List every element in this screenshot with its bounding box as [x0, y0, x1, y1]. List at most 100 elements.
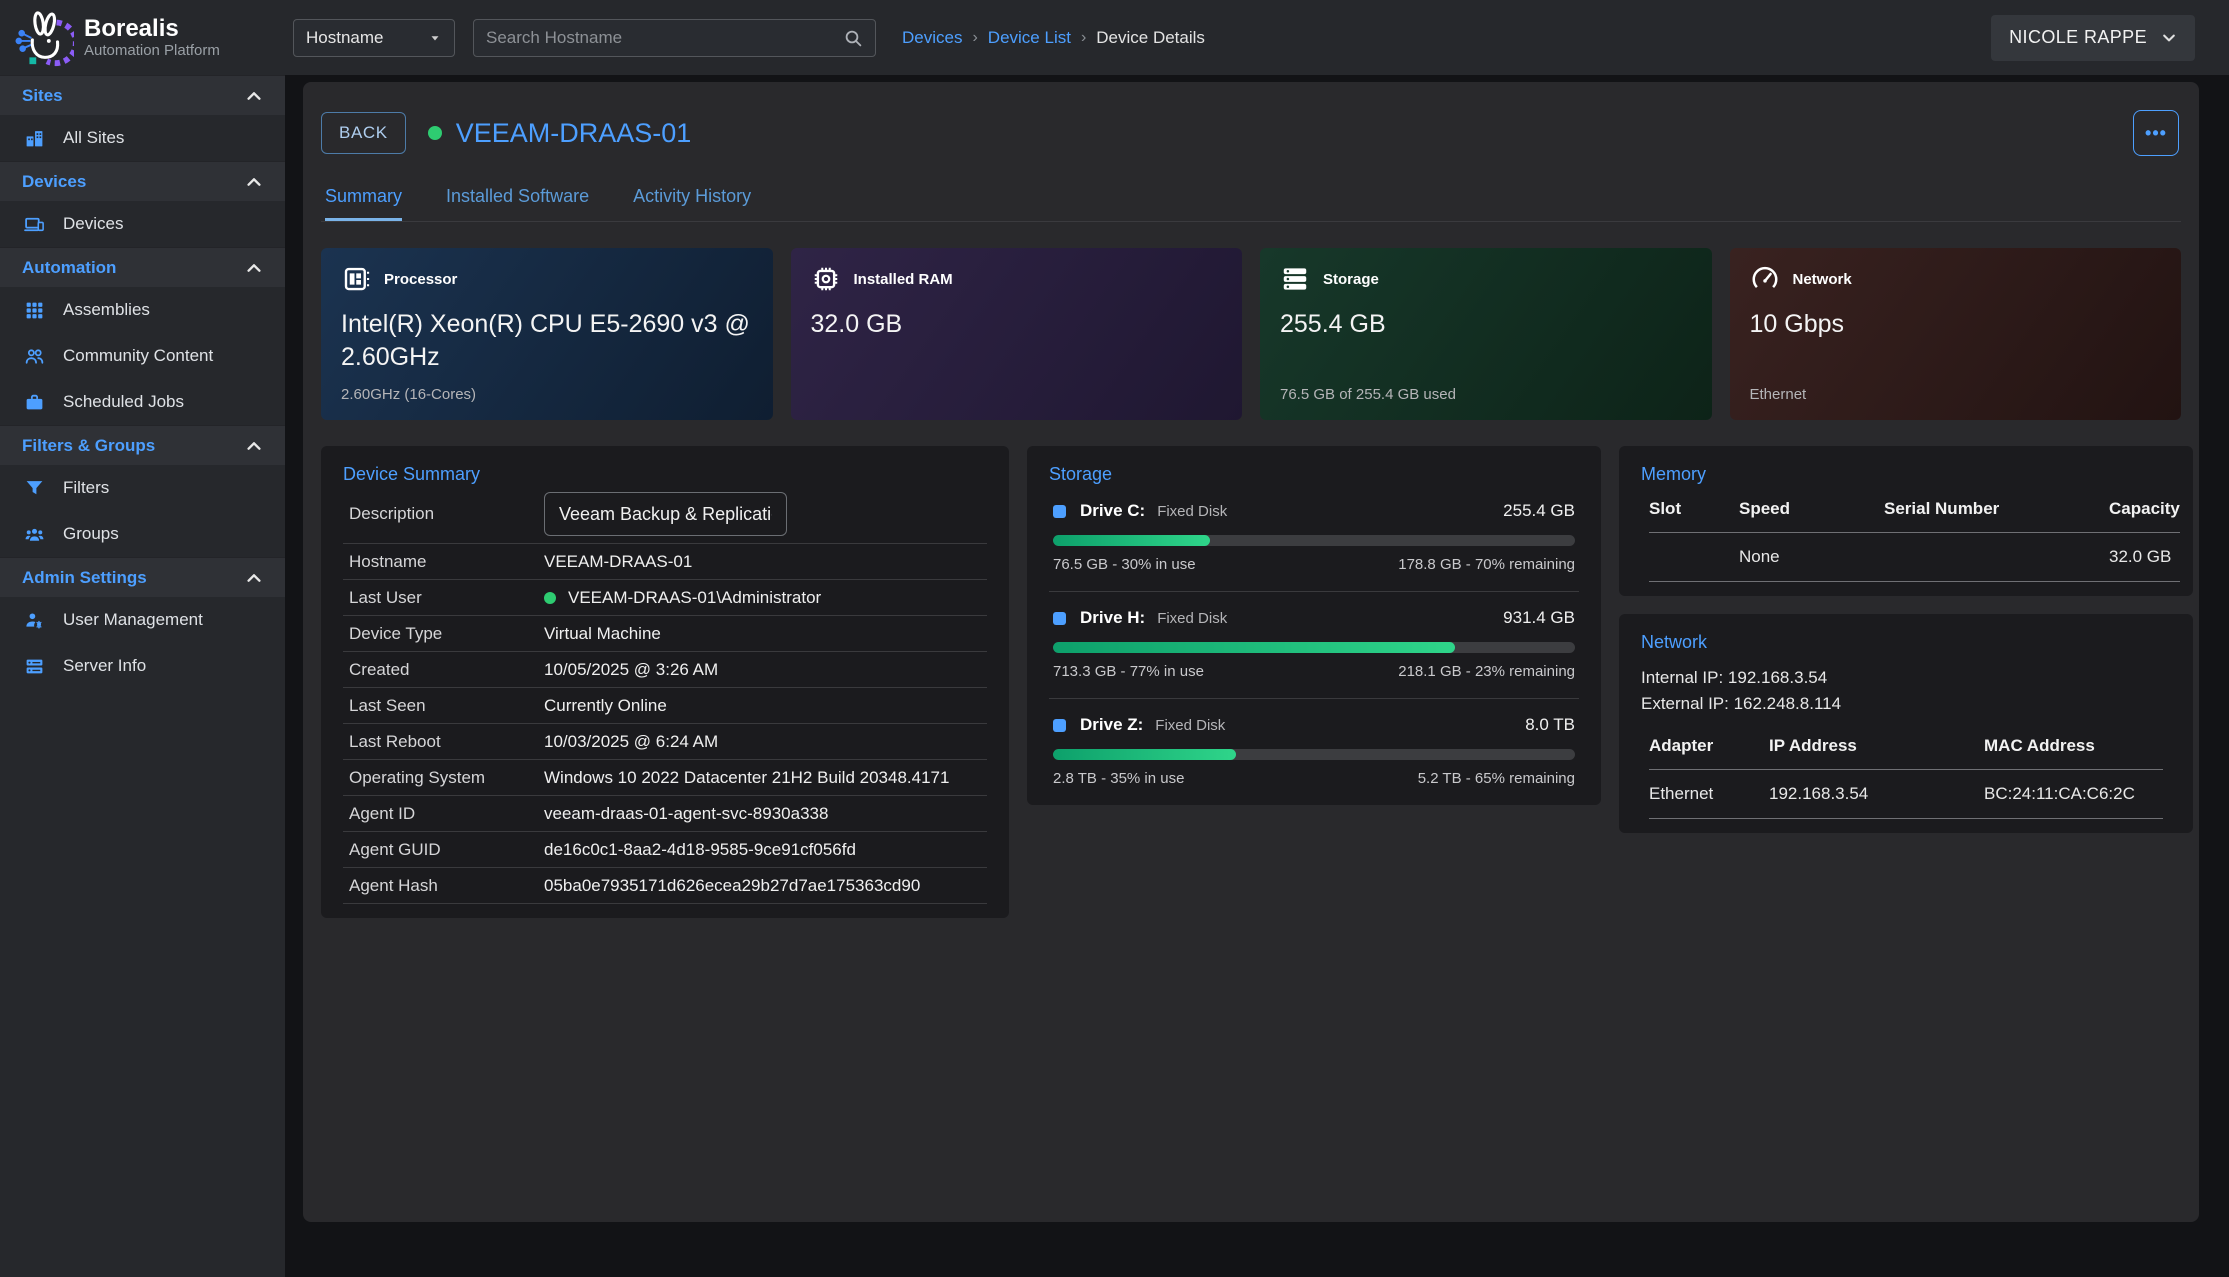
sidebar-section-filters-groups[interactable]: Filters & Groups [0, 425, 285, 465]
breadcrumb: Devices › Device List › Device Details [902, 28, 1205, 48]
sidebar-item-label: All Sites [63, 128, 124, 148]
breadcrumb-separator: › [1081, 29, 1086, 47]
row-label: Last Seen [349, 696, 544, 716]
drive-used: 76.5 GB - 30% in use [1053, 556, 1196, 573]
network-value: 10 Gbps [1750, 308, 2162, 341]
sidebar-item-all-sites[interactable]: All Sites [0, 115, 285, 161]
row-value: 05ba0e7935171d626ecea29b27d7ae175363cd90 [544, 876, 920, 896]
description-input[interactable] [544, 492, 787, 536]
row-value: de16c0c1-8aa2-4d18-9585-9ce91cf056fd [544, 840, 856, 860]
sidebar-section-sites[interactable]: Sites [0, 75, 285, 115]
chevron-down-icon [2161, 30, 2177, 46]
network-card: Network 10 Gbps Ethernet [1730, 248, 2182, 420]
back-button[interactable]: BACK [321, 112, 406, 154]
row-label: Last Reboot [349, 732, 544, 752]
sidebar-item-scheduled-jobs[interactable]: Scheduled Jobs [0, 379, 285, 425]
network-panel: Network Internal IP: 192.168.3.54 Extern… [1619, 614, 2193, 833]
row-label: Agent GUID [349, 840, 544, 860]
storage-footer: 76.5 GB of 255.4 GB used [1280, 386, 1692, 404]
sidebar-section-label: Filters & Groups [22, 436, 245, 456]
panel-title: Device Summary [343, 464, 987, 485]
ram-card: Installed RAM 32.0 GB [791, 248, 1243, 420]
memory-cell-capacity: 32.0 GB [2109, 533, 2180, 582]
search-input[interactable] [486, 28, 843, 48]
search-icon [843, 28, 863, 48]
network-cell-ip: 192.168.3.54 [1769, 770, 1984, 819]
processor-value: Intel(R) Xeon(R) CPU E5-2690 v3 @ 2.60GH… [341, 308, 753, 373]
memory-header-capacity: Capacity [2109, 499, 2180, 533]
sidebar-item-server-info[interactable]: Server Info [0, 643, 285, 689]
tab-installed-software[interactable]: Installed Software [446, 186, 589, 221]
sidebar-section-devices[interactable]: Devices [0, 161, 285, 201]
sidebar-item-devices[interactable]: Devices [0, 201, 285, 247]
content-wrapper: BACK VEEAM-DRAAS-01 ••• Summary Installe… [303, 82, 2199, 1222]
drive-name: Drive C: [1080, 501, 1145, 521]
drive-remaining: 218.1 GB - 23% remaining [1398, 663, 1575, 680]
more-actions-button[interactable]: ••• [2133, 110, 2179, 156]
sidebar-section-label: Admin Settings [22, 568, 245, 588]
sidebar-item-user-management[interactable]: User Management [0, 597, 285, 643]
row-label: Created [349, 660, 544, 680]
sidebar-item-label: Groups [63, 524, 119, 544]
user-menu[interactable]: NICOLE RAPPE [1991, 15, 2195, 61]
tab-summary[interactable]: Summary [325, 186, 402, 221]
drive-row-h: Drive H: Fixed Disk 931.4 GB 713.3 GB - … [1049, 591, 1579, 684]
funnel-icon [24, 478, 45, 499]
people-icon [24, 346, 45, 367]
row-value: VEEAM-DRAAS-01\Administrator [568, 588, 821, 608]
search-box[interactable] [473, 19, 876, 57]
drive-progress-track [1053, 749, 1575, 760]
sidebar-item-label: Community Content [63, 346, 213, 366]
top-bar: Borealis Automation Platform Hostname De… [0, 0, 2229, 75]
summary-row-description: Description [343, 485, 987, 544]
drive-type: Fixed Disk [1157, 610, 1227, 627]
tab-activity-history[interactable]: Activity History [633, 186, 751, 221]
summary-row-os: Operating System Windows 10 2022 Datacen… [343, 760, 987, 796]
row-value: Currently Online [544, 696, 667, 716]
network-cell-mac: BC:24:11:CA:C6:2C [1984, 770, 2163, 819]
drive-row-z: Drive Z: Fixed Disk 8.0 TB 2.8 TB - 35% … [1049, 698, 1579, 791]
sidebar-section-automation[interactable]: Automation [0, 247, 285, 287]
breadcrumb-device-list[interactable]: Device List [988, 28, 1071, 48]
drive-progress-fill [1053, 642, 1455, 653]
sidebar-item-assemblies[interactable]: Assemblies [0, 287, 285, 333]
storage-panel: Storage Drive C: Fixed Disk 255.4 GB 76.… [1027, 446, 1601, 805]
chip-icon [811, 264, 841, 294]
sidebar-item-label: Scheduled Jobs [63, 392, 184, 412]
gauge-icon [1750, 264, 1780, 294]
memory-header-slot: Slot [1649, 499, 1739, 533]
device-header: BACK VEEAM-DRAAS-01 ••• [321, 110, 2181, 156]
drive-used: 713.3 GB - 77% in use [1053, 663, 1204, 680]
memory-cell-serial [1884, 533, 2109, 582]
sidebar-item-filters[interactable]: Filters [0, 465, 285, 511]
search-field-dropdown-value: Hostname [306, 28, 428, 48]
breadcrumb-separator: › [972, 29, 977, 47]
summary-row-agent-id: Agent ID veeam-draas-01-agent-svc-8930a3… [343, 796, 987, 832]
device-summary-panel: Device Summary Description Hostname VEEA… [321, 446, 1009, 918]
sidebar-item-label: Filters [63, 478, 109, 498]
drive-capacity: 255.4 GB [1503, 501, 1575, 521]
row-label: Description [349, 504, 544, 524]
sidebar-item-label: Server Info [63, 656, 146, 676]
drive-remaining: 178.8 GB - 70% remaining [1398, 556, 1575, 573]
drive-progress-track [1053, 642, 1575, 653]
chevron-up-icon [245, 569, 263, 587]
tab-bar: Summary Installed Software Activity Hist… [321, 186, 2181, 222]
memory-cell-speed: None [1739, 533, 1884, 582]
chevron-up-icon [245, 259, 263, 277]
chevron-up-icon [245, 87, 263, 105]
storage-card: Storage 255.4 GB 76.5 GB of 255.4 GB use… [1260, 248, 1712, 420]
grid-icon [24, 300, 45, 321]
sidebar-section-admin-settings[interactable]: Admin Settings [0, 557, 285, 597]
drive-type: Fixed Disk [1157, 503, 1227, 520]
memory-header-speed: Speed [1739, 499, 1884, 533]
drive-progress-track [1053, 535, 1575, 546]
search-field-dropdown[interactable]: Hostname [293, 19, 455, 57]
drive-capacity: 931.4 GB [1503, 608, 1575, 628]
sidebar-item-community-content[interactable]: Community Content [0, 333, 285, 379]
panel-title: Memory [1641, 464, 2171, 485]
breadcrumb-devices[interactable]: Devices [902, 28, 962, 48]
sidebar-item-groups[interactable]: Groups [0, 511, 285, 557]
summary-row-hostname: Hostname VEEAM-DRAAS-01 [343, 544, 987, 580]
user-menu-label: NICOLE RAPPE [2009, 27, 2147, 48]
